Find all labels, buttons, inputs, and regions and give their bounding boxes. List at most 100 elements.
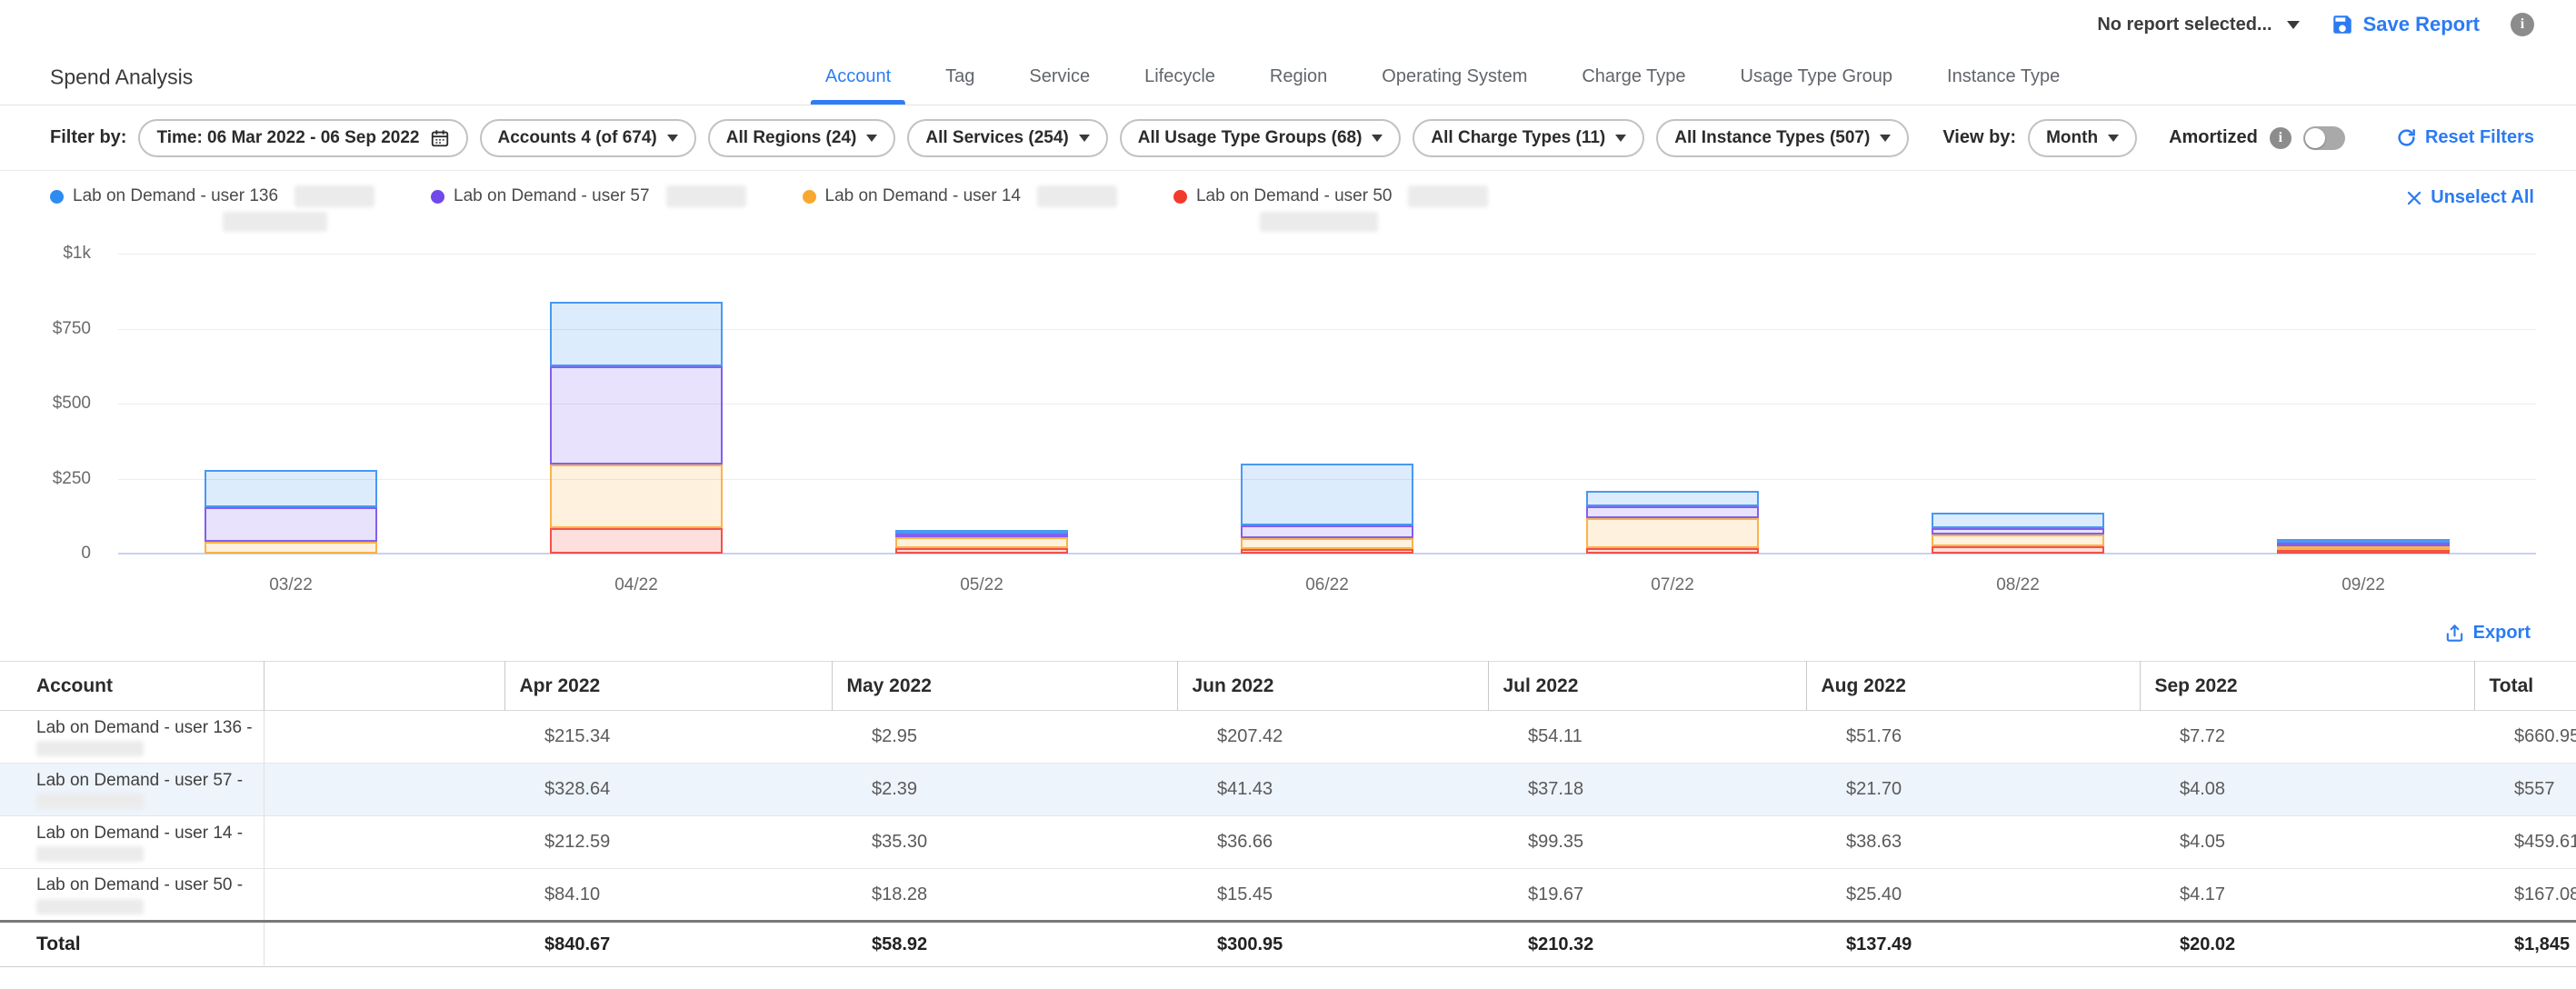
value-cell: $4.17 [2140,869,2474,922]
tab-account[interactable]: Account [798,49,918,105]
tab-tag[interactable]: Tag [918,49,1002,105]
view-by-dropdown[interactable]: Month [2028,119,2137,157]
value-cell: $41.43 [1177,764,1488,816]
usage-type-groups-filter-pill[interactable]: All Usage Type Groups (68) [1120,119,1402,157]
table-row[interactable]: Lab on Demand - user 14 -$212.59$35.30$3… [0,816,2576,869]
bar-segment-lab-on-demand-user-50[interactable] [1586,548,1759,554]
save-report-label: Save Report [2363,13,2480,36]
column-header-may-2022: May 2022 [832,662,1177,711]
bar-segment-lab-on-demand-user-57[interactable] [1241,525,1413,538]
bar-segment-lab-on-demand-user-57[interactable] [205,507,377,543]
filter-bar: Filter by: Time: 06 Mar 2022 - 06 Sep 20… [0,105,2576,171]
tab-region[interactable]: Region [1243,49,1354,105]
value-cell: $660.95 [2474,711,2576,764]
bar-segment-lab-on-demand-user-136[interactable] [1932,513,2104,528]
services-filter-label: All Services (254) [925,128,1068,148]
bar-segment-lab-on-demand-user-14[interactable] [1586,518,1759,548]
y-axis-tick-label: $1k [0,244,91,264]
unselect-all-button[interactable]: Unselect All [2406,187,2534,208]
legend-item-user-14[interactable]: Lab on Demand - user 14 [803,185,1117,207]
tab-bar: AccountTagServiceLifecycleRegionOperatin… [798,49,2087,105]
bar-segment-lab-on-demand-user-50[interactable] [2277,550,2450,554]
account-name: Lab on Demand - user 136 - [36,717,264,739]
x-icon [2406,190,2422,206]
value-cell: $2.39 [832,764,1177,816]
chevron-down-icon [1372,135,1383,142]
legend-item-label: Lab on Demand - user 136 [73,186,278,206]
column-header-jun-2022: Jun 2022 [1177,662,1488,711]
filter-pills: Time: 06 Mar 2022 - 06 Sep 2022 Accounts … [138,119,1909,157]
services-filter-pill[interactable]: All Services (254) [907,119,1107,157]
time-filter-pill[interactable]: Time: 06 Mar 2022 - 06 Sep 2022 [138,119,467,157]
reset-filters-button[interactable]: Reset Filters [2396,127,2534,148]
table-row[interactable]: Lab on Demand - user 136 -$215.34$2.95$2… [0,711,2576,764]
report-selector-dropdown[interactable]: No report selected... [2097,15,2299,35]
bar-segment-lab-on-demand-user-50[interactable] [1241,549,1413,554]
bar-segment-lab-on-demand-user-14[interactable] [550,465,723,528]
chevron-down-icon [1615,135,1626,142]
bar-segment-lab-on-demand-user-50[interactable] [1932,546,2104,554]
chevron-down-icon [667,135,678,142]
regions-filter-pill[interactable]: All Regions (24) [708,119,896,157]
reset-filters-label: Reset Filters [2425,127,2534,148]
bar-segment-lab-on-demand-user-136[interactable] [1241,464,1413,525]
tab-operating-system[interactable]: Operating System [1354,49,1554,105]
export-icon [2444,623,2465,644]
accounts-filter-pill[interactable]: Accounts 4 (of 674) [480,119,696,157]
bar-segment-lab-on-demand-user-57[interactable] [1932,528,2104,534]
chart-legend: Lab on Demand - user 136 Lab on Demand - … [50,185,2534,232]
value-cell: $35.30 [832,816,1177,869]
legend-item-line: Lab on Demand - user 57 [431,185,745,207]
tab-lifecycle[interactable]: Lifecycle [1117,49,1243,105]
legend-item-user-136[interactable]: Lab on Demand - user 136 [50,185,374,232]
total-value-cell: $300.95 [1177,922,1488,967]
bar-segment-lab-on-demand-user-14[interactable] [1932,534,2104,546]
info-icon[interactable]: i [2511,13,2534,36]
bar-segment-lab-on-demand-user-50[interactable] [550,528,723,554]
charge-types-filter-pill[interactable]: All Charge Types (11) [1413,119,1644,157]
amortized-toggle[interactable] [2303,126,2345,150]
tab-charge-type[interactable]: Charge Type [1554,49,1712,105]
bar-segment-lab-on-demand-user-57[interactable] [550,366,723,465]
bar-segment-lab-on-demand-user-136[interactable] [550,302,723,366]
export-button[interactable]: Export [2444,623,2531,644]
column-header-jul-2022: Jul 2022 [1488,662,1806,711]
bar-08-22 [1932,254,2104,554]
bar-segment-lab-on-demand-user-136[interactable] [205,470,377,507]
y-axis-tick-label: 0 [0,544,91,564]
page-title: Spend Analysis [50,65,193,89]
account-name: Lab on Demand - user 50 - [36,874,264,896]
tab-service[interactable]: Service [1002,49,1117,105]
info-icon[interactable]: i [2270,127,2291,149]
table-total-row: Total$840.67$58.92$300.95$210.32$137.49$… [0,922,2576,967]
column-header-sep-2022: Sep 2022 [2140,662,2474,711]
table-row[interactable]: Lab on Demand - user 57 -$328.64$2.39$41… [0,764,2576,816]
bar-segment-lab-on-demand-user-50[interactable] [895,548,1068,554]
column-header-empty [264,662,504,711]
bar-segment-lab-on-demand-user-57[interactable] [1586,506,1759,517]
y-axis-tick-label: $500 [0,394,91,414]
bar-segment-lab-on-demand-user-136[interactable] [1586,491,1759,507]
account-cell: Lab on Demand - user 14 - [0,816,264,869]
legend-dot-icon [431,190,444,204]
value-cell: $51.76 [1806,711,2140,764]
legend-item-line: Lab on Demand - user 14 [803,185,1117,207]
spend-table: AccountApr 2022May 2022Jun 2022Jul 2022A… [0,661,2576,967]
bar-segment-lab-on-demand-user-14[interactable] [1241,538,1413,549]
value-cell: $54.11 [1488,711,1806,764]
instance-types-filter-pill[interactable]: All Instance Types (507) [1656,119,1909,157]
account-name: Lab on Demand - user 57 - [36,770,264,792]
total-value-cell: $1,845 [2474,922,2576,967]
legend-item-user-50[interactable]: Lab on Demand - user 50 [1173,185,1488,232]
bar-segment-lab-on-demand-user-14[interactable] [895,537,1068,548]
bar-segment-lab-on-demand-user-14[interactable] [205,542,377,554]
value-cell: $38.63 [1806,816,2140,869]
table-row[interactable]: Lab on Demand - user 50 -$84.10$18.28$15… [0,869,2576,922]
legend-item-user-57[interactable]: Lab on Demand - user 57 [431,185,745,207]
total-value-cell: $20.02 [2140,922,2474,967]
x-axis-tick-label: 07/22 [1651,575,1694,595]
tab-instance-type[interactable]: Instance Type [1920,49,2087,105]
column-header-total: Total [2474,662,2576,711]
tab-usage-type-group[interactable]: Usage Type Group [1713,49,1921,105]
save-report-button[interactable]: Save Report [2331,13,2480,36]
